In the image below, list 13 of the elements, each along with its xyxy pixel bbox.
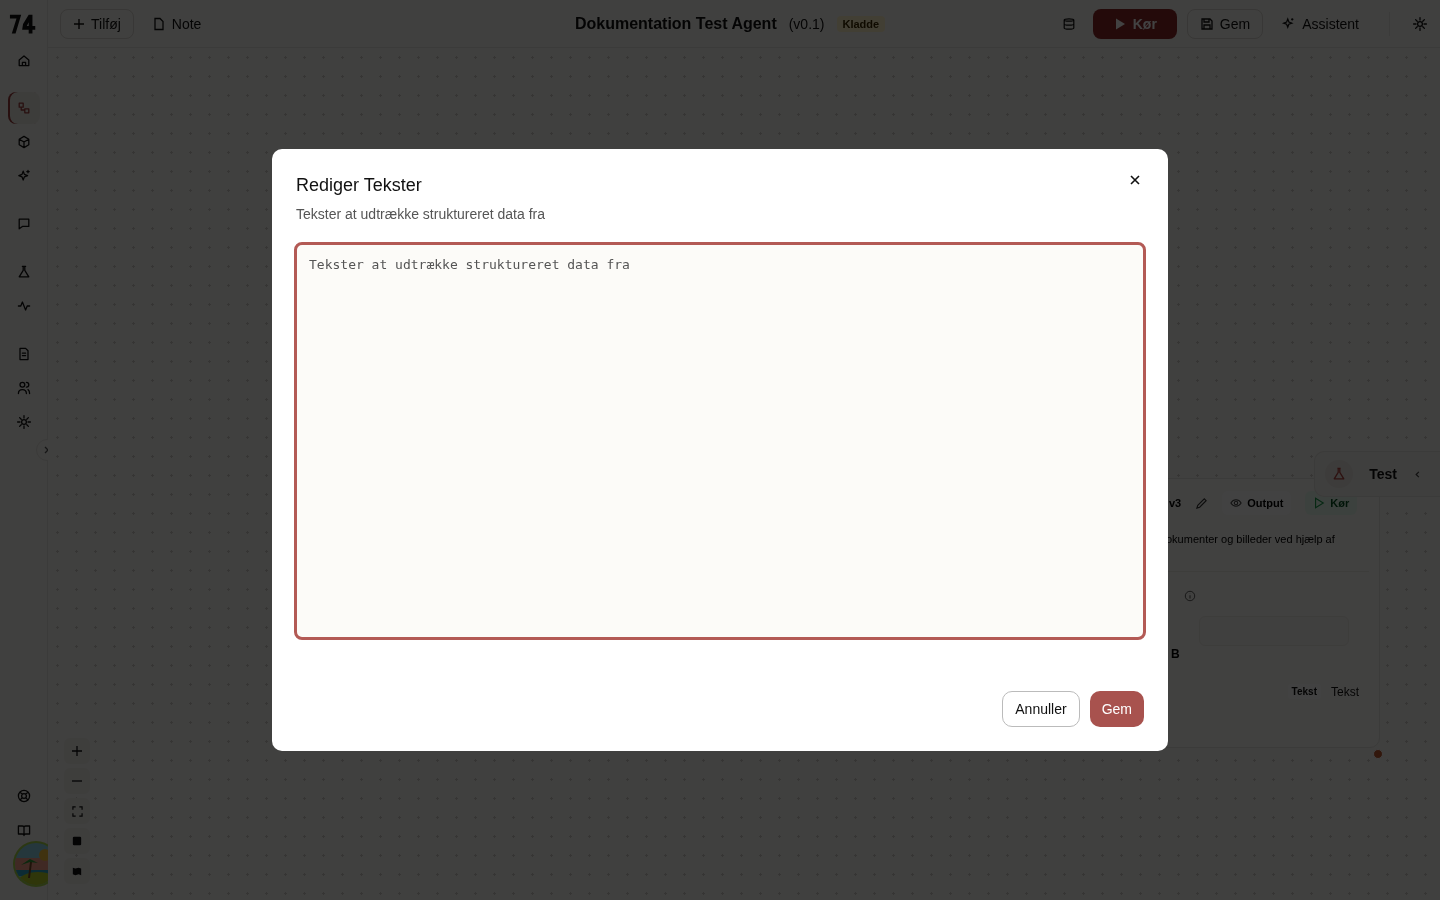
- text-area[interactable]: Tekster at udtrække struktureret data fra: [294, 242, 1146, 640]
- dialog-title: Rediger Tekster: [296, 175, 422, 196]
- field-label: B: [1171, 647, 1180, 661]
- output-label: Tekst: [1331, 684, 1359, 699]
- version-label: v3: [1169, 497, 1182, 509]
- node-description: okumenter og billeder ved hjælp af: [1166, 533, 1336, 545]
- test-label: Test: [1369, 466, 1397, 482]
- close-icon: [1129, 174, 1141, 186]
- save-button[interactable]: Gem: [1089, 691, 1144, 727]
- workflow-title: Dokumentation Test Agent: [574, 14, 777, 33]
- dialog-subtitle: Tekster at udtrække struktureret data fra: [296, 206, 546, 222]
- cancel-button[interactable]: Annuller: [1002, 691, 1080, 727]
- version-label: (v0.1): [788, 15, 825, 32]
